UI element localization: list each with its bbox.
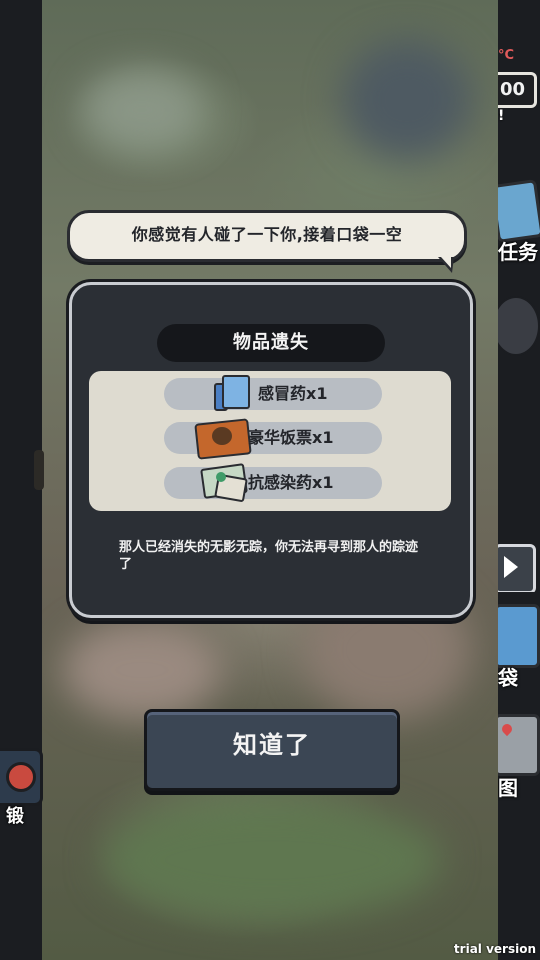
watermark: trial version [453,942,536,956]
list-item: 豪华饭票x1 [164,418,382,460]
character-silhouette [498,296,540,356]
map-button[interactable]: 图 [498,710,540,802]
confirm-button-label: 知道了 [233,731,311,759]
confirm-button[interactable]: 知道了 [144,709,400,791]
bag-button[interactable]: 袋 [498,600,540,692]
item-label: 感冒药x1 [258,384,328,403]
item-lost-dialog: 物品遗失 感冒药x1 豪华饭票x1 抗感染药x1 那人已经消失的无影无踪，你无法… [69,282,473,618]
task-card-icon [498,179,540,243]
task-button[interactable]: 任务 [498,178,540,268]
play-button[interactable] [498,544,540,592]
dialog-description: 那人已经消失的无影无踪，你无法再寻到那人的踪迹了 [119,540,419,572]
temperature-unit: °C [498,48,515,63]
temperature-value: 00 [498,72,537,108]
forge-label: 锻 [6,806,24,827]
bag-label: 袋 [498,666,518,690]
anti-infection-medicine-icon [200,462,250,503]
task-label: 任务 [498,240,538,264]
list-item: 抗感染药x1 [164,463,382,503]
speech-bubble-text: 你感觉有人碰了一下你,接着口袋一空 [131,225,403,244]
forge-disc-icon [6,762,36,792]
speech-bubble: 你感觉有人碰了一下你,接着口袋一空 [67,210,467,273]
right-edge-background [498,0,540,960]
map-label: 图 [498,776,518,800]
cold-medicine-icon [212,373,250,411]
meal-ticket-icon [194,417,252,460]
item-label: 抗感染药x1 [248,473,334,492]
lost-items-list: 感冒药x1 豪华饭票x1 抗感染药x1 [89,371,451,511]
play-icon [504,556,518,578]
backpack-icon [498,604,540,668]
forge-button[interactable]: 锻 [0,748,44,828]
dialog-title: 物品遗失 [157,324,385,362]
item-label: 豪华饭票x1 [248,428,334,447]
creature-icon [498,296,540,356]
alert-mark: ! [498,108,505,124]
left-character-silhouette [34,450,44,490]
list-item: 感冒药x1 [164,375,382,411]
temperature-display: °C 00 ! [498,44,540,132]
